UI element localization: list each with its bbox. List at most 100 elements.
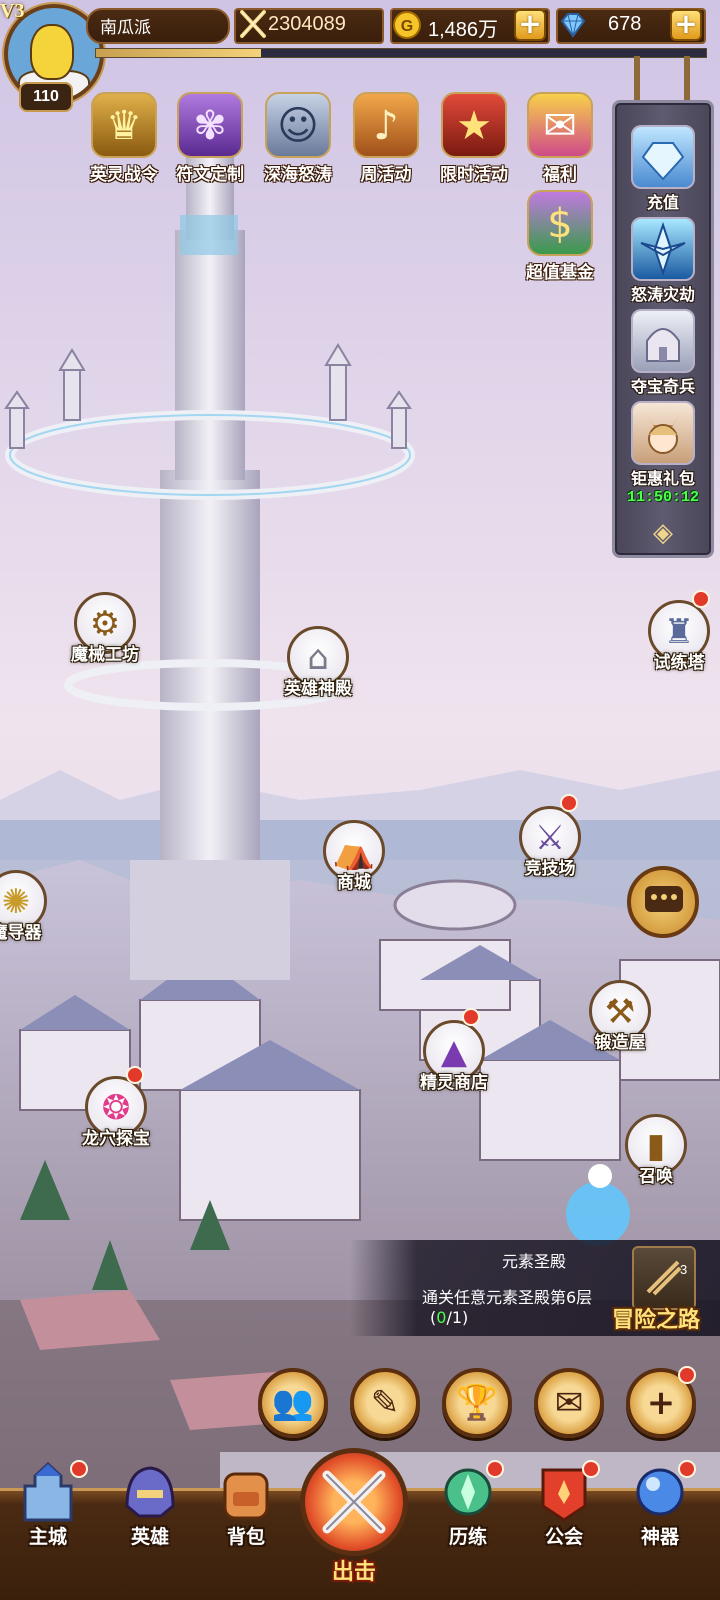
notification-dot (692, 590, 710, 608)
nav-label: 主城 (28, 1526, 67, 1548)
building-magic-device[interactable]: ✺ 魔导器 (0, 870, 56, 943)
building-forge[interactable]: ⚒ 锻造屋 (578, 980, 662, 1053)
rail-item-label: 怒涛灾劫 (630, 285, 695, 304)
nav-bag[interactable]: 背包 (198, 1456, 294, 1549)
building-summon[interactable]: ▮ 召唤 (616, 1114, 696, 1187)
right-side-panel: 充值 怒涛灾劫 夺宝奇兵 钜惠礼包 11:50:12 ◈ (612, 100, 714, 558)
building-arena[interactable]: ⚔ 竞技场 (508, 794, 592, 879)
combat-power-box: 2304089 (234, 8, 384, 44)
scroll-weapon-icon (646, 1260, 682, 1296)
quest-description: 通关任意元素圣殿第6层 (422, 1288, 593, 1307)
activity-label: 深海怒涛 (264, 165, 332, 185)
notification-dot (126, 1066, 144, 1084)
activity-label: 符文定制 (176, 165, 244, 185)
building-label: 试练塔 (653, 653, 705, 673)
horn-icon: ♪ (373, 103, 399, 149)
rail-item-treasure-raiders[interactable]: 夺宝奇兵 (615, 309, 711, 397)
activity-limited-time[interactable]: ★ 限时活动 (434, 92, 514, 185)
building-label: 召唤 (639, 1167, 673, 1187)
activity-label: 福利 (543, 165, 577, 185)
building-hero-temple[interactable]: ⌂ 英雄神殿 (268, 626, 368, 699)
activity-rune-custom[interactable]: ✾ 符文定制 (170, 92, 250, 185)
fox-girl-portrait-icon (645, 411, 681, 454)
nav-heroes[interactable]: 英雄 (102, 1456, 198, 1549)
friends-button[interactable]: 👥 (258, 1368, 328, 1438)
nav-training[interactable]: 历练 (420, 1456, 516, 1549)
building-label: 精灵商店 (420, 1073, 488, 1093)
winged-crest-icon: ♛ (106, 103, 142, 149)
adventure-road-button[interactable]: 冒险之路 (612, 1302, 700, 1334)
notification-dot (462, 1008, 480, 1026)
diamond-box: 678 + (556, 8, 706, 44)
building-label: 竞技场 (524, 859, 576, 879)
fight-button[interactable] (300, 1448, 408, 1556)
collapse-panel-icon[interactable]: ◈ (645, 519, 681, 547)
activity-label: 周活动 (360, 165, 412, 185)
nav-artifact[interactable]: 神器 (612, 1456, 708, 1549)
gift-pack-timer: 11:50:12 (626, 489, 699, 506)
add-diamonds-button[interactable]: + (670, 9, 702, 41)
player-name-bar[interactable]: 南瓜派 (86, 8, 230, 44)
rail-item-storm-calamity[interactable]: 怒涛灾劫 (615, 217, 711, 305)
activity-welfare[interactable]: ✉ 福利 (520, 92, 600, 185)
diamond-pile-icon (641, 142, 685, 181)
rail-item-label: 夺宝奇兵 (630, 377, 695, 396)
experience-bar (95, 48, 707, 58)
building-label: 英雄神殿 (284, 679, 352, 699)
tasks-button[interactable]: ✎ (350, 1368, 420, 1438)
rankings-button[interactable]: 🏆 (442, 1368, 512, 1438)
activity-hero-pass[interactable]: ♛ 英灵战令 (84, 92, 164, 185)
quest-progress: (0/1) (430, 1308, 469, 1327)
activity-deep-sea[interactable]: ☺ 深海怒涛 (258, 92, 338, 185)
building-label: 魔导器 (0, 923, 42, 943)
building-label: 商城 (337, 873, 371, 893)
notification-dot (582, 1460, 600, 1478)
gift-box-icon: ✉ (543, 103, 577, 149)
rail-item-label: 钜惠礼包 (630, 469, 695, 488)
building-label: 魔械工坊 (71, 645, 139, 665)
nav-guild[interactable]: 公会 (516, 1456, 612, 1549)
add-gold-button[interactable]: + (514, 9, 546, 41)
backpack-icon (223, 1472, 269, 1520)
gold-coin-icon: G (393, 11, 421, 39)
nav-label: 英雄 (130, 1526, 169, 1548)
rune-icon: ✾ (193, 103, 227, 149)
activity-value-fund[interactable]: $ 超值基金 (520, 190, 600, 283)
gold-coin-letter: G (401, 18, 413, 35)
fight-label: 出击 (331, 1560, 376, 1585)
building-dragon-lair[interactable]: ❂ 龙穴探宝 (72, 1066, 160, 1149)
nav-main-city[interactable]: 主城 (0, 1456, 96, 1549)
vip-badge: V3 (0, 0, 25, 22)
rail-item-gift-pack[interactable]: 钜惠礼包 11:50:12 (615, 401, 711, 506)
building-shop[interactable]: ⛺ 商城 (312, 820, 396, 893)
activity-label: 超值基金 (526, 263, 594, 283)
rail-item-recharge[interactable]: 充值 (615, 125, 711, 213)
mail-button[interactable]: ✉ (534, 1368, 604, 1438)
gold-value: 1,486万 (428, 19, 499, 41)
building-trial-tower[interactable]: ♜ 试练塔 (638, 590, 720, 673)
activity-weekly[interactable]: ♪ 周活动 (346, 92, 426, 185)
diamond-value: 678 (608, 13, 642, 35)
rail-rope-left (634, 56, 640, 102)
notification-dot (560, 794, 578, 812)
star-banner-icon: ★ (456, 103, 492, 149)
combat-power-value: 2304089 (268, 13, 346, 35)
helmet-icon (125, 1466, 175, 1518)
building-magic-workshop[interactable]: ⚙ 魔械工坊 (60, 592, 150, 665)
quest-title: 元素圣殿 (502, 1252, 567, 1271)
crossed-swords-icon (322, 1470, 386, 1534)
palace-icon (646, 328, 680, 362)
game-main-screen: V3 110 南瓜派 2304089 G 1,486万 + 678 + ♛ 英灵… (0, 0, 720, 1600)
crossed-swords-icon (240, 10, 266, 38)
trophy-icon: 🏆 (455, 1383, 499, 1423)
building-elf-shop[interactable]: ▲ 精灵商店 (408, 1008, 500, 1093)
nav-label: 神器 (640, 1526, 679, 1548)
notification-dot (70, 1460, 88, 1478)
notification-dot (486, 1460, 504, 1478)
sea-hero-portrait-icon: ☺ (277, 103, 319, 149)
quest-reward-icon (632, 1246, 696, 1310)
chat-button[interactable] (627, 866, 699, 938)
rail-item-label: 充值 (646, 193, 679, 212)
player-name: 南瓜派 (100, 18, 151, 38)
activity-label: 限时活动 (440, 165, 508, 185)
